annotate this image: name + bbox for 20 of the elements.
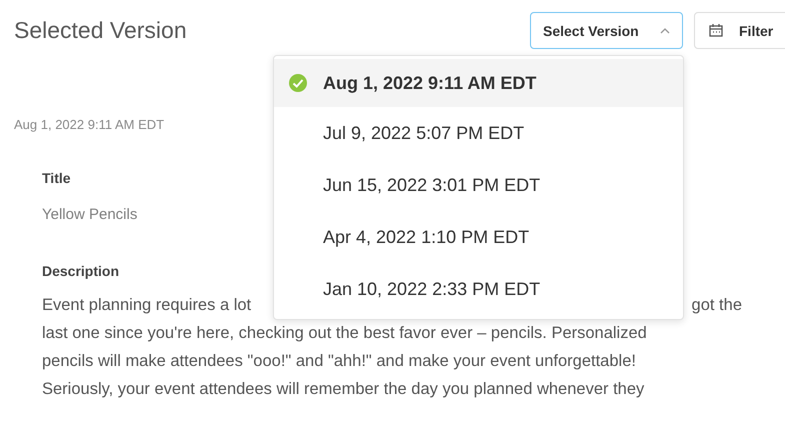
- version-option[interactable]: Apr 4, 2022 1:10 PM EDT: [274, 211, 683, 263]
- check-icon: [288, 73, 308, 93]
- description-text: Seriously, your event attendees will remember the day you planned whenever they: [42, 379, 644, 400]
- version-option[interactable]: Jul 9, 2022 5:07 PM EDT: [274, 107, 683, 159]
- field-label: Title: [42, 170, 71, 186]
- filter-button[interactable]: Filter: [694, 12, 785, 49]
- description-text: Event planning requires a lot: [42, 295, 252, 316]
- description-text: pencils will make attendees "ooo!" and "ahh!" and make your event unforgettable!: [42, 351, 636, 372]
- title-value: Yellow Pencils: [42, 206, 138, 223]
- caret-icon: [660, 28, 670, 34]
- version-date: Aug 1, 2022 9:11 AM EDT: [14, 117, 164, 132]
- version-option[interactable]: Jun 15, 2022 3:01 PM EDT: [274, 159, 683, 211]
- version-option[interactable]: Jan 10, 2022 2:33 PM EDT: [274, 263, 683, 315]
- description-text: last one since you're here, checking out the best favor ever – pencils. Personalized: [42, 323, 647, 344]
- page-title: Selected Version: [14, 16, 188, 44]
- field-label: Description: [42, 263, 120, 279]
- version-select[interactable]: Select Version: [530, 12, 683, 49]
- calendar-icon: [709, 24, 723, 37]
- version-option[interactable]: Aug 1, 2022 9:11 AM EDT: [274, 59, 683, 107]
- description-text: got the: [692, 295, 742, 316]
